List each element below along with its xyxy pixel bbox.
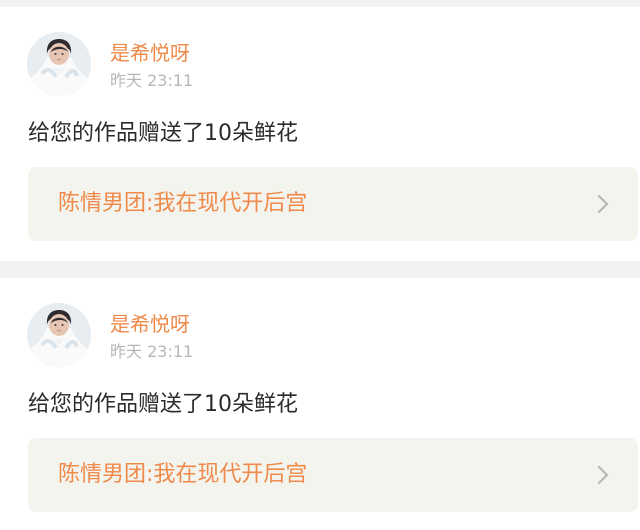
gift-message: 给您的作品赠送了10朵鲜花 [28, 121, 298, 146]
chevron-right-icon [597, 194, 609, 214]
work-title: 陈情男团:我在现代开后宫 [58, 191, 308, 216]
notification-card: 是希悦呀 昨天 23:11 给您的作品赠送了10朵鲜花 陈情男团:我在现代开后宫 [0, 7, 640, 261]
work-link-card[interactable]: 陈情男团:我在现代开后宫 [28, 167, 638, 241]
work-link-card[interactable]: 陈情男团:我在现代开后宫 [28, 438, 638, 512]
sender-username[interactable]: 是希悦呀 [110, 311, 190, 337]
notification-feed: 是希悦呀 昨天 23:11 给您的作品赠送了10朵鲜花 陈情男团:我在现代开后宫 [0, 0, 640, 530]
notification-card: 是希悦呀 昨天 23:11 给您的作品赠送了10朵鲜花 陈情男团:我在现代开后宫 [0, 278, 640, 530]
user-avatar[interactable] [27, 32, 91, 96]
avatar-photo-icon [27, 303, 91, 367]
sender-username[interactable]: 是希悦呀 [110, 40, 190, 66]
avatar-photo-icon [27, 32, 91, 96]
gift-message: 给您的作品赠送了10朵鲜花 [28, 392, 298, 417]
work-title: 陈情男团:我在现代开后宫 [58, 462, 308, 487]
notification-timestamp: 昨天 23:11 [110, 342, 194, 361]
notification-timestamp: 昨天 23:11 [110, 71, 194, 90]
chevron-right-icon [597, 465, 609, 485]
user-avatar[interactable] [27, 303, 91, 367]
